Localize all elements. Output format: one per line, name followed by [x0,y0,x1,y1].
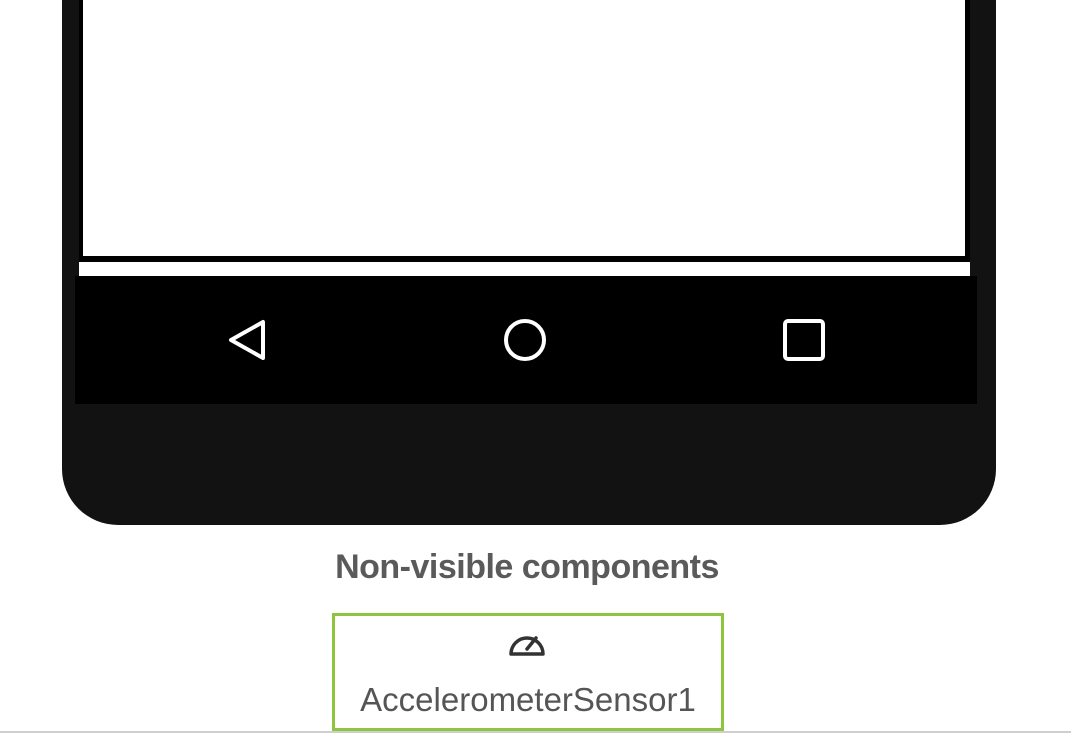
home-button[interactable] [502,317,548,363]
back-button[interactable] [224,317,270,363]
non-visible-components-heading: Non-visible components [335,548,719,586]
component-name-label: AccelerometerSensor1 [360,681,696,718]
screen-bottom-strip [79,262,970,276]
back-triangle-icon [229,320,265,360]
phone-screen [83,0,965,256]
recent-square-icon [783,319,825,361]
home-circle-icon [504,319,546,361]
recent-apps-button[interactable] [781,317,827,363]
speedometer-icon [509,636,545,656]
component-accelerometer-sensor[interactable]: AccelerometerSensor1 [332,613,724,731]
android-nav-bar [75,276,977,404]
